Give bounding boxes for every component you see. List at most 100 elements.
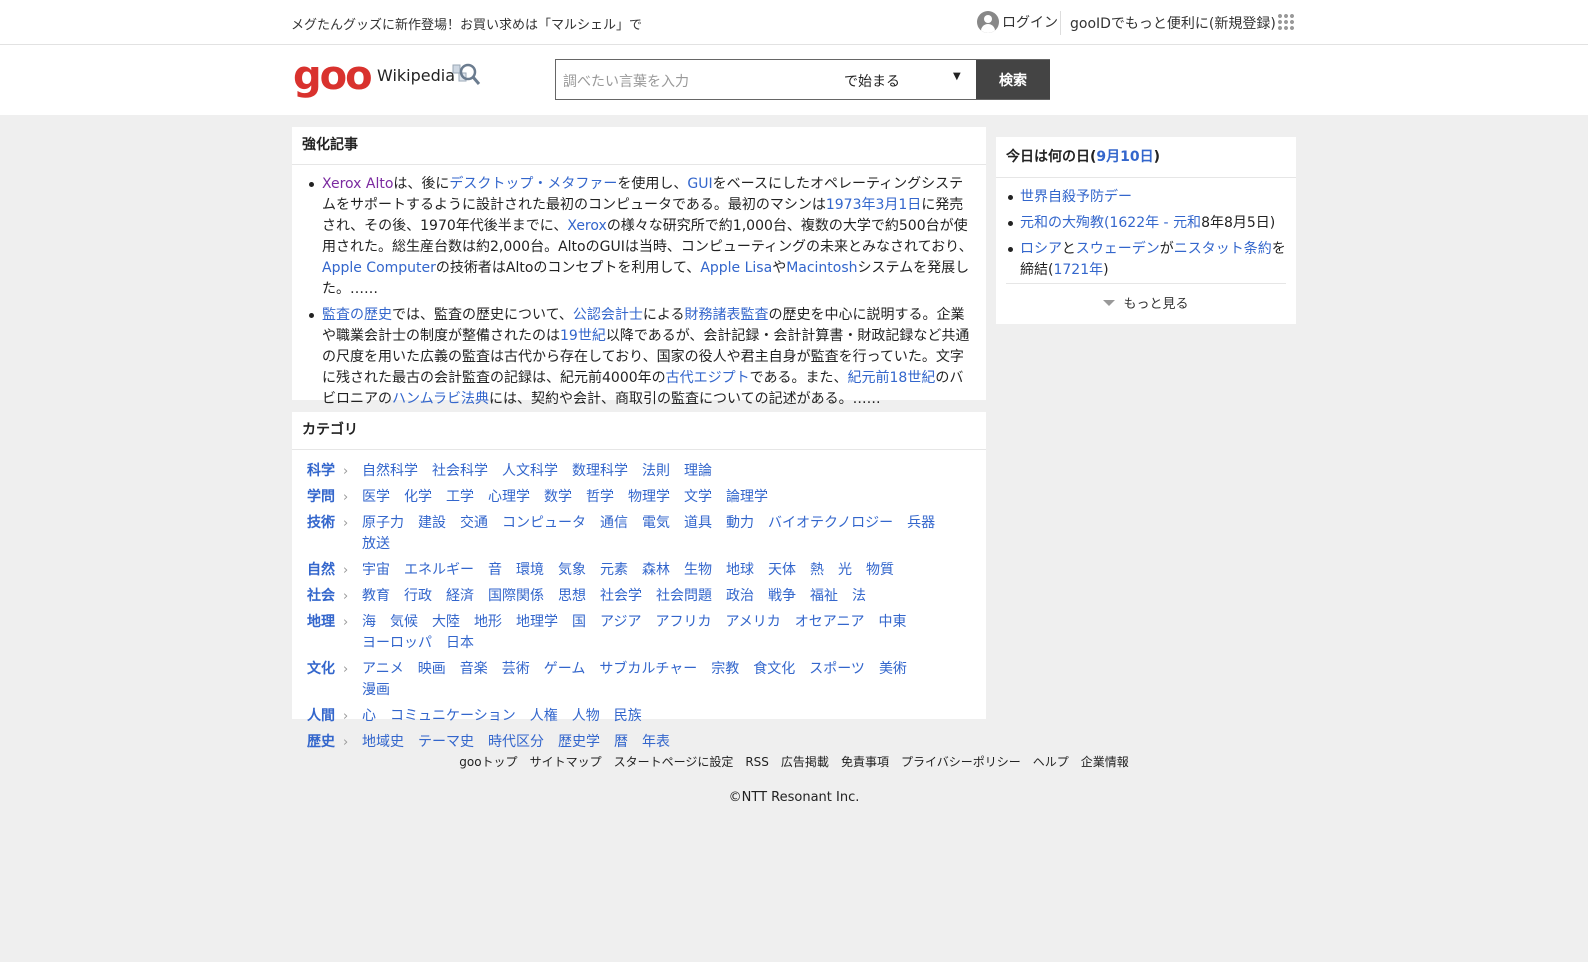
- category-link[interactable]: 森林: [642, 560, 670, 581]
- category-link[interactable]: 地球: [726, 560, 754, 581]
- category-link[interactable]: 日本: [446, 633, 474, 654]
- category-link[interactable]: 教育: [362, 586, 390, 607]
- category-link[interactable]: コミュニケーション: [390, 706, 516, 727]
- category-link[interactable]: 環境: [516, 560, 544, 581]
- inline-link[interactable]: 1622年: [1109, 215, 1159, 231]
- category-link[interactable]: 中東: [879, 612, 907, 633]
- category-link[interactable]: 心: [362, 706, 376, 727]
- inline-link[interactable]: 公認会計士: [573, 307, 643, 323]
- category-link[interactable]: アフリカ: [655, 612, 711, 633]
- category-link[interactable]: 社会学: [600, 586, 642, 607]
- inline-link[interactable]: スウェーデン: [1076, 241, 1160, 257]
- goo-logo[interactable]: goo: [293, 53, 373, 99]
- category-link[interactable]: 気象: [558, 560, 586, 581]
- category-link[interactable]: 理論: [684, 461, 712, 482]
- category-heading[interactable]: 学問: [307, 487, 337, 508]
- footer-link[interactable]: gooトップ: [459, 755, 517, 769]
- dropdown-arrow-icon[interactable]: ▼: [953, 71, 961, 82]
- footer-link[interactable]: スタートページに設定: [614, 755, 734, 769]
- category-link[interactable]: 行政: [404, 586, 432, 607]
- category-link[interactable]: コンピュータ: [502, 513, 586, 534]
- inline-link[interactable]: 19世紀: [560, 328, 606, 344]
- category-heading[interactable]: 歴史: [307, 732, 337, 753]
- category-link[interactable]: 地形: [474, 612, 502, 633]
- category-link[interactable]: 芸術: [502, 659, 530, 680]
- category-link[interactable]: スポーツ: [809, 659, 865, 680]
- category-link[interactable]: 建設: [418, 513, 446, 534]
- search-input[interactable]: [556, 60, 835, 101]
- category-link[interactable]: 時代区分: [488, 732, 544, 753]
- category-link[interactable]: 法則: [642, 461, 670, 482]
- category-link[interactable]: 食文化: [753, 659, 795, 680]
- footer-link[interactable]: RSS: [745, 755, 769, 769]
- category-link[interactable]: 文学: [684, 487, 712, 508]
- category-link[interactable]: アメリカ: [725, 612, 780, 633]
- category-link[interactable]: 社会問題: [656, 586, 712, 607]
- inline-link[interactable]: -: [1159, 215, 1173, 231]
- inline-link[interactable]: 元和の大殉教(: [1020, 215, 1109, 231]
- category-link[interactable]: 思想: [558, 586, 586, 607]
- category-link[interactable]: 地域史: [362, 732, 404, 753]
- category-link[interactable]: 自然科学: [362, 461, 418, 482]
- inline-link[interactable]: ハンムラビ法典: [392, 391, 489, 407]
- category-link[interactable]: アニメ: [362, 659, 404, 680]
- footer-link[interactable]: 企業情報: [1081, 755, 1129, 769]
- inline-link[interactable]: 世界自殺予防デー: [1020, 189, 1132, 205]
- category-link[interactable]: 宇宙: [362, 560, 390, 581]
- category-link[interactable]: 政治: [726, 586, 754, 607]
- apps-grid-icon[interactable]: [1277, 13, 1295, 31]
- category-link[interactable]: 数理科学: [572, 461, 628, 482]
- category-link[interactable]: 論理学: [726, 487, 768, 508]
- category-link[interactable]: 人権: [530, 706, 558, 727]
- category-heading[interactable]: 技術: [307, 513, 337, 555]
- category-link[interactable]: 福祉: [810, 586, 838, 607]
- footer-link[interactable]: プライバシーポリシー: [901, 755, 1021, 769]
- category-link[interactable]: テーマ史: [418, 732, 474, 753]
- category-link[interactable]: 人物: [572, 706, 600, 727]
- category-link[interactable]: 光: [838, 560, 852, 581]
- promo-link[interactable]: メグたんグッズに新作登場！お買い求めは「マルシェル」で: [291, 14, 642, 33]
- register-link[interactable]: gooIDでもっと便利に(新規登録): [1070, 13, 1276, 33]
- category-link[interactable]: 民族: [614, 706, 642, 727]
- category-heading[interactable]: 文化: [307, 659, 337, 701]
- category-link[interactable]: オセアニア: [795, 612, 865, 633]
- footer-link[interactable]: 免責事項: [841, 755, 889, 769]
- inline-link[interactable]: 古代エジプト: [666, 370, 750, 386]
- category-link[interactable]: 通信: [600, 513, 628, 534]
- search-button[interactable]: 検索: [976, 60, 1050, 99]
- category-link[interactable]: 放送: [362, 534, 390, 555]
- search-mode-select[interactable]: で始まる: [844, 71, 900, 91]
- category-link[interactable]: 海: [362, 612, 376, 633]
- category-link[interactable]: 道具: [684, 513, 712, 534]
- category-link[interactable]: 地理学: [516, 612, 558, 633]
- category-link[interactable]: 暦: [614, 732, 628, 753]
- category-link[interactable]: アジア: [600, 612, 641, 633]
- category-link[interactable]: 心理学: [488, 487, 530, 508]
- category-link[interactable]: 電気: [642, 513, 670, 534]
- category-link[interactable]: エネルギー: [404, 560, 474, 581]
- inline-link[interactable]: Xerox Alto: [322, 176, 393, 192]
- inline-link[interactable]: 1721年: [1053, 262, 1103, 278]
- category-link[interactable]: 人文科学: [502, 461, 558, 482]
- category-link[interactable]: バイオテクノロジー: [768, 513, 893, 534]
- category-link[interactable]: 天体: [768, 560, 796, 581]
- section-title[interactable]: Wikipedia: [377, 66, 455, 85]
- category-link[interactable]: 気候: [390, 612, 418, 633]
- category-link[interactable]: 国際関係: [488, 586, 544, 607]
- category-link[interactable]: 化学: [404, 487, 432, 508]
- category-link[interactable]: ヨーロッパ: [362, 633, 432, 654]
- category-link[interactable]: 戦争: [768, 586, 796, 607]
- inline-link[interactable]: GUI: [687, 176, 712, 192]
- category-heading[interactable]: 自然: [307, 560, 337, 581]
- category-heading[interactable]: 地理: [307, 612, 337, 654]
- category-link[interactable]: 大陸: [432, 612, 460, 633]
- category-link[interactable]: 国: [572, 612, 586, 633]
- category-link[interactable]: 社会科学: [432, 461, 488, 482]
- category-link[interactable]: 熱: [810, 560, 824, 581]
- inline-link[interactable]: Macintosh: [786, 260, 857, 276]
- category-link[interactable]: 物質: [866, 560, 894, 581]
- category-link[interactable]: 工学: [446, 487, 474, 508]
- more-button[interactable]: もっと見る: [1006, 283, 1286, 321]
- inline-link[interactable]: 1973年3月1日: [826, 197, 921, 213]
- category-link[interactable]: 宗教: [711, 659, 739, 680]
